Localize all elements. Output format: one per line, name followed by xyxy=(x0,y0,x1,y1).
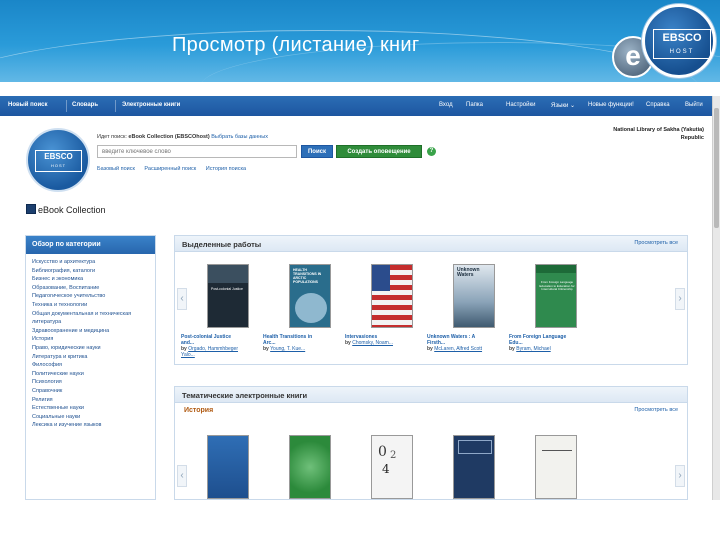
category-item[interactable]: Образование, Воспитание xyxy=(32,284,149,293)
category-item[interactable]: Философия xyxy=(32,361,149,370)
book-item[interactable] xyxy=(181,435,249,499)
search-button[interactable]: Поиск xyxy=(301,145,333,158)
book-title[interactable]: Unknown Waters : A Firsth... xyxy=(427,334,489,346)
category-browser: Обзор по категории Искусство и архитекту… xyxy=(25,235,156,500)
logo-text: EBSCO HOST xyxy=(653,29,711,59)
thematic-title: Тематические электронные книги xyxy=(182,391,308,400)
category-item[interactable]: Религия xyxy=(32,396,149,405)
book-cover[interactable] xyxy=(289,435,331,499)
chevron-right-icon[interactable]: › xyxy=(675,288,685,310)
category-list: Искусство и архитектура Библиография, кат… xyxy=(26,254,155,434)
create-alert-button[interactable]: Создать оповещение xyxy=(336,145,422,158)
book-item[interactable] xyxy=(509,435,577,499)
book-cover[interactable]: 0 2 4 xyxy=(371,435,413,499)
nav-preferences[interactable]: Настройки xyxy=(506,102,535,108)
featured-panel: Выделенные работы Просмотреть все ‹ › Po… xyxy=(174,235,688,365)
book-cover[interactable]: Post-colonial Justice xyxy=(207,264,249,328)
book-author-link[interactable]: McLaren, Alfred Scott xyxy=(434,346,482,352)
book-cover[interactable] xyxy=(453,435,495,499)
choose-databases-link[interactable]: Выбрать базы данных xyxy=(211,134,268,140)
vertical-scrollbar[interactable] xyxy=(712,96,720,500)
category-item[interactable]: Справочник xyxy=(32,387,149,396)
category-item[interactable]: Психология xyxy=(32,378,149,387)
nav-signin[interactable]: Вход xyxy=(439,102,453,108)
category-item[interactable]: История xyxy=(32,335,149,344)
nav-ebooks[interactable]: Электронные книги xyxy=(122,102,180,108)
category-header: Обзор по категории xyxy=(26,236,155,254)
book-item[interactable] xyxy=(263,435,331,499)
nav-new-features[interactable]: Новые функции! xyxy=(588,102,634,108)
category-item[interactable]: Лексика и изучение языков xyxy=(32,421,149,430)
advanced-search-link[interactable]: Расширенный поиск xyxy=(144,166,196,172)
basic-search-link[interactable]: Базовый поиск xyxy=(97,166,135,172)
featured-view-all-link[interactable]: Просмотреть все xyxy=(634,240,678,246)
search-input[interactable] xyxy=(97,145,297,158)
thematic-panel: Тематические электронные книги История П… xyxy=(174,386,688,500)
ebsco-screenshot: Новый поиск Словарь Электронные книги Вх… xyxy=(0,96,712,500)
top-navbar: Новый поиск Словарь Электронные книги Вх… xyxy=(0,96,712,116)
book-title[interactable]: Post-colonial Justice and... xyxy=(181,334,243,346)
book-item[interactable]: From Foreign Language Education to Educa… xyxy=(509,264,577,352)
book-author-link[interactable]: Young, T. Kue... xyxy=(270,346,305,352)
help-icon[interactable]: ? xyxy=(427,147,436,156)
book-item[interactable]: Unknown Waters Unknown Waters : A Firsth… xyxy=(427,264,495,352)
category-item[interactable]: Бизнес и экономика xyxy=(32,275,149,284)
category-item[interactable]: Естественные науки xyxy=(32,404,149,413)
category-item[interactable]: Право, юридические науки xyxy=(32,344,149,353)
book-item[interactable]: HEALTH TRANSITIONS IN ARCTIC POPULATIONS… xyxy=(263,264,331,352)
nav-languages[interactable]: Языки ⌄ xyxy=(551,102,575,109)
book-item[interactable]: Post-colonial Justice Post-colonial Just… xyxy=(181,264,249,358)
book-item[interactable] xyxy=(427,435,495,499)
collection-title: eBook Collection xyxy=(26,204,106,215)
book-cover[interactable]: HEALTH TRANSITIONS IN ARCTIC POPULATIONS xyxy=(289,264,331,328)
nav-help[interactable]: Справка xyxy=(646,102,670,108)
book-cover[interactable]: From Foreign Language Education to Educa… xyxy=(535,264,577,328)
nav-folder[interactable]: Папка xyxy=(466,102,483,108)
book-title[interactable]: From Foreign Language Edu... xyxy=(509,334,571,346)
slide-header: Просмотр (листание) книг e EBSCO HOST xyxy=(0,0,720,82)
category-item[interactable]: Педагогическое учительство xyxy=(32,292,149,301)
history-subtitle[interactable]: История xyxy=(184,407,213,414)
book-cover[interactable]: Unknown Waters xyxy=(453,264,495,328)
category-item[interactable]: Политические науки xyxy=(32,370,149,379)
nav-exit[interactable]: Выйти xyxy=(685,102,703,108)
featured-title: Выделенные работы xyxy=(182,240,262,249)
book-title[interactable]: Health Transitions in Arc... xyxy=(263,334,325,346)
category-item[interactable]: Здравоохранение и медицина xyxy=(32,327,149,336)
book-cover[interactable] xyxy=(535,435,577,499)
scrollbar-thumb[interactable] xyxy=(714,108,719,228)
category-item[interactable]: Общая документальная и техническая литер… xyxy=(32,310,149,327)
search-area: EBSCO HOST Идет поиск: eBook Collection (… xyxy=(0,116,712,202)
category-item[interactable]: Техника и технологии xyxy=(32,301,149,310)
ebsco-logo[interactable]: EBSCO HOST xyxy=(26,128,90,192)
history-view-all-link[interactable]: Просмотреть все xyxy=(634,407,678,413)
category-item[interactable]: Искусство и архитектура xyxy=(32,258,149,267)
category-item[interactable]: Библиография, каталоги xyxy=(32,267,149,276)
category-item[interactable]: Литература и критика xyxy=(32,353,149,362)
category-item[interactable]: Социальные науки xyxy=(32,413,149,422)
book-author-link[interactable]: Byram, Michael xyxy=(516,346,550,352)
slide-title: Просмотр (листание) книг xyxy=(172,34,420,56)
chevron-right-icon[interactable]: › xyxy=(675,465,685,487)
book-author-link[interactable]: Chomsky, Noam... xyxy=(352,340,393,346)
nav-new-search[interactable]: Новый поиск xyxy=(8,102,47,108)
ebook-collection-icon xyxy=(26,204,36,214)
library-name: National Library of Sakha (Yakutia) Repu… xyxy=(613,127,704,141)
book-cover[interactable] xyxy=(371,264,413,328)
searching-label: Идет поиск: eBook Collection (EBSCOhost)… xyxy=(97,134,268,140)
book-author-link[interactable]: Orgado, Hammhbeger Yalo... xyxy=(181,346,238,358)
book-cover[interactable] xyxy=(207,435,249,499)
ebsco-host-logo: EBSCO HOST xyxy=(642,4,716,78)
nav-thesaurus[interactable]: Словарь xyxy=(72,102,98,108)
book-item[interactable]: Intervasiones by Chomsky, Noam... xyxy=(345,264,413,346)
search-history-link[interactable]: История поиска xyxy=(206,166,246,172)
search-mode-links: Базовый поиск Расширенный поиск История … xyxy=(97,166,254,172)
book-item[interactable]: 0 2 4 xyxy=(345,435,413,499)
